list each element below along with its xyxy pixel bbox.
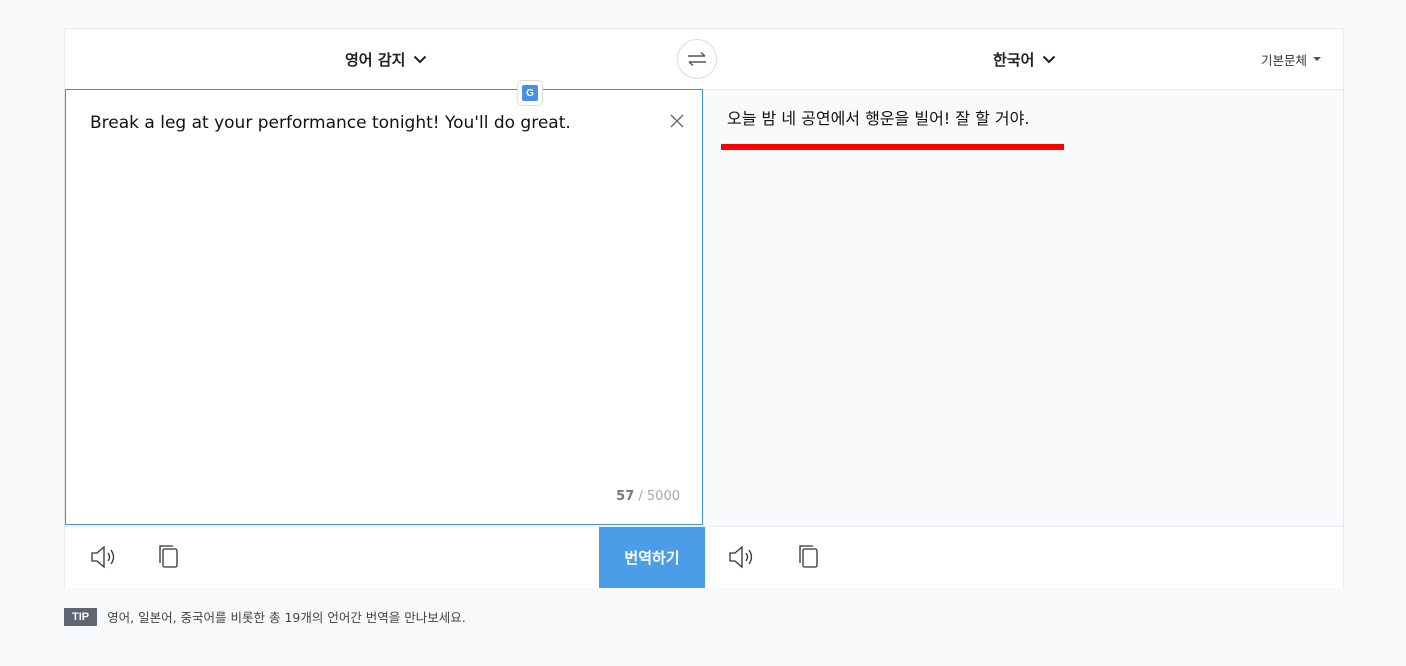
- language-bar: 영어 감지 한국어 기본문체: [65, 29, 1343, 90]
- target-language-label: 한국어: [993, 50, 1035, 69]
- swap-arrows-icon: [688, 51, 706, 67]
- font-style-label: 기본문체: [1260, 52, 1307, 68]
- source-toolbar: 번역하기: [65, 526, 705, 588]
- font-style-selector[interactable]: 기본문체: [1261, 29, 1321, 89]
- target-language-selector[interactable]: 한국어: [993, 29, 1056, 89]
- character-limit: / 5000: [638, 489, 680, 504]
- speaker-icon[interactable]: [727, 543, 757, 571]
- chevron-down-icon: [414, 55, 427, 63]
- google-badge-letter: G: [526, 87, 534, 99]
- copy-icon[interactable]: [795, 543, 825, 571]
- tip-text: 영어, 일본어, 중국어를 비롯한 총 19개의 언어간 번역을 만나보세요.: [107, 610, 466, 625]
- close-icon[interactable]: [670, 114, 684, 128]
- speaker-icon[interactable]: [89, 543, 119, 571]
- source-text[interactable]: Break a leg at your performance tonight!…: [90, 112, 650, 134]
- google-translate-icon: G: [522, 85, 538, 101]
- target-toolbar: [705, 526, 1343, 588]
- google-translate-button[interactable]: G: [517, 80, 543, 106]
- character-counter: 57 / 5000: [616, 489, 680, 504]
- translation-result-area: 오늘 밤 네 공연에서 행운을 빌어! 잘 할 거야.: [705, 90, 1343, 526]
- source-text-area[interactable]: Break a leg at your performance tonight!…: [65, 89, 703, 525]
- tip-badge: TIP: [64, 607, 98, 626]
- highlight-underline: [721, 144, 1064, 150]
- swap-languages-button[interactable]: [677, 39, 717, 79]
- character-count: 57: [616, 489, 635, 504]
- caret-down-icon: [1313, 57, 1321, 61]
- source-language-label: 영어 감지: [345, 50, 406, 69]
- translation-text: 오늘 밤 네 공연에서 행운을 빌어! 잘 할 거야.: [727, 109, 1030, 128]
- source-language-selector[interactable]: 영어 감지: [345, 29, 427, 89]
- copy-icon[interactable]: [155, 543, 185, 571]
- translator-panel: 영어 감지 한국어 기본문체 Break a leg at your perfo…: [64, 28, 1344, 588]
- tip-bar: TIP 영어, 일본어, 중국어를 비롯한 총 19개의 언어간 번역을 만나보…: [64, 607, 466, 626]
- translate-button[interactable]: 번역하기: [599, 527, 705, 588]
- chevron-down-icon: [1043, 55, 1056, 63]
